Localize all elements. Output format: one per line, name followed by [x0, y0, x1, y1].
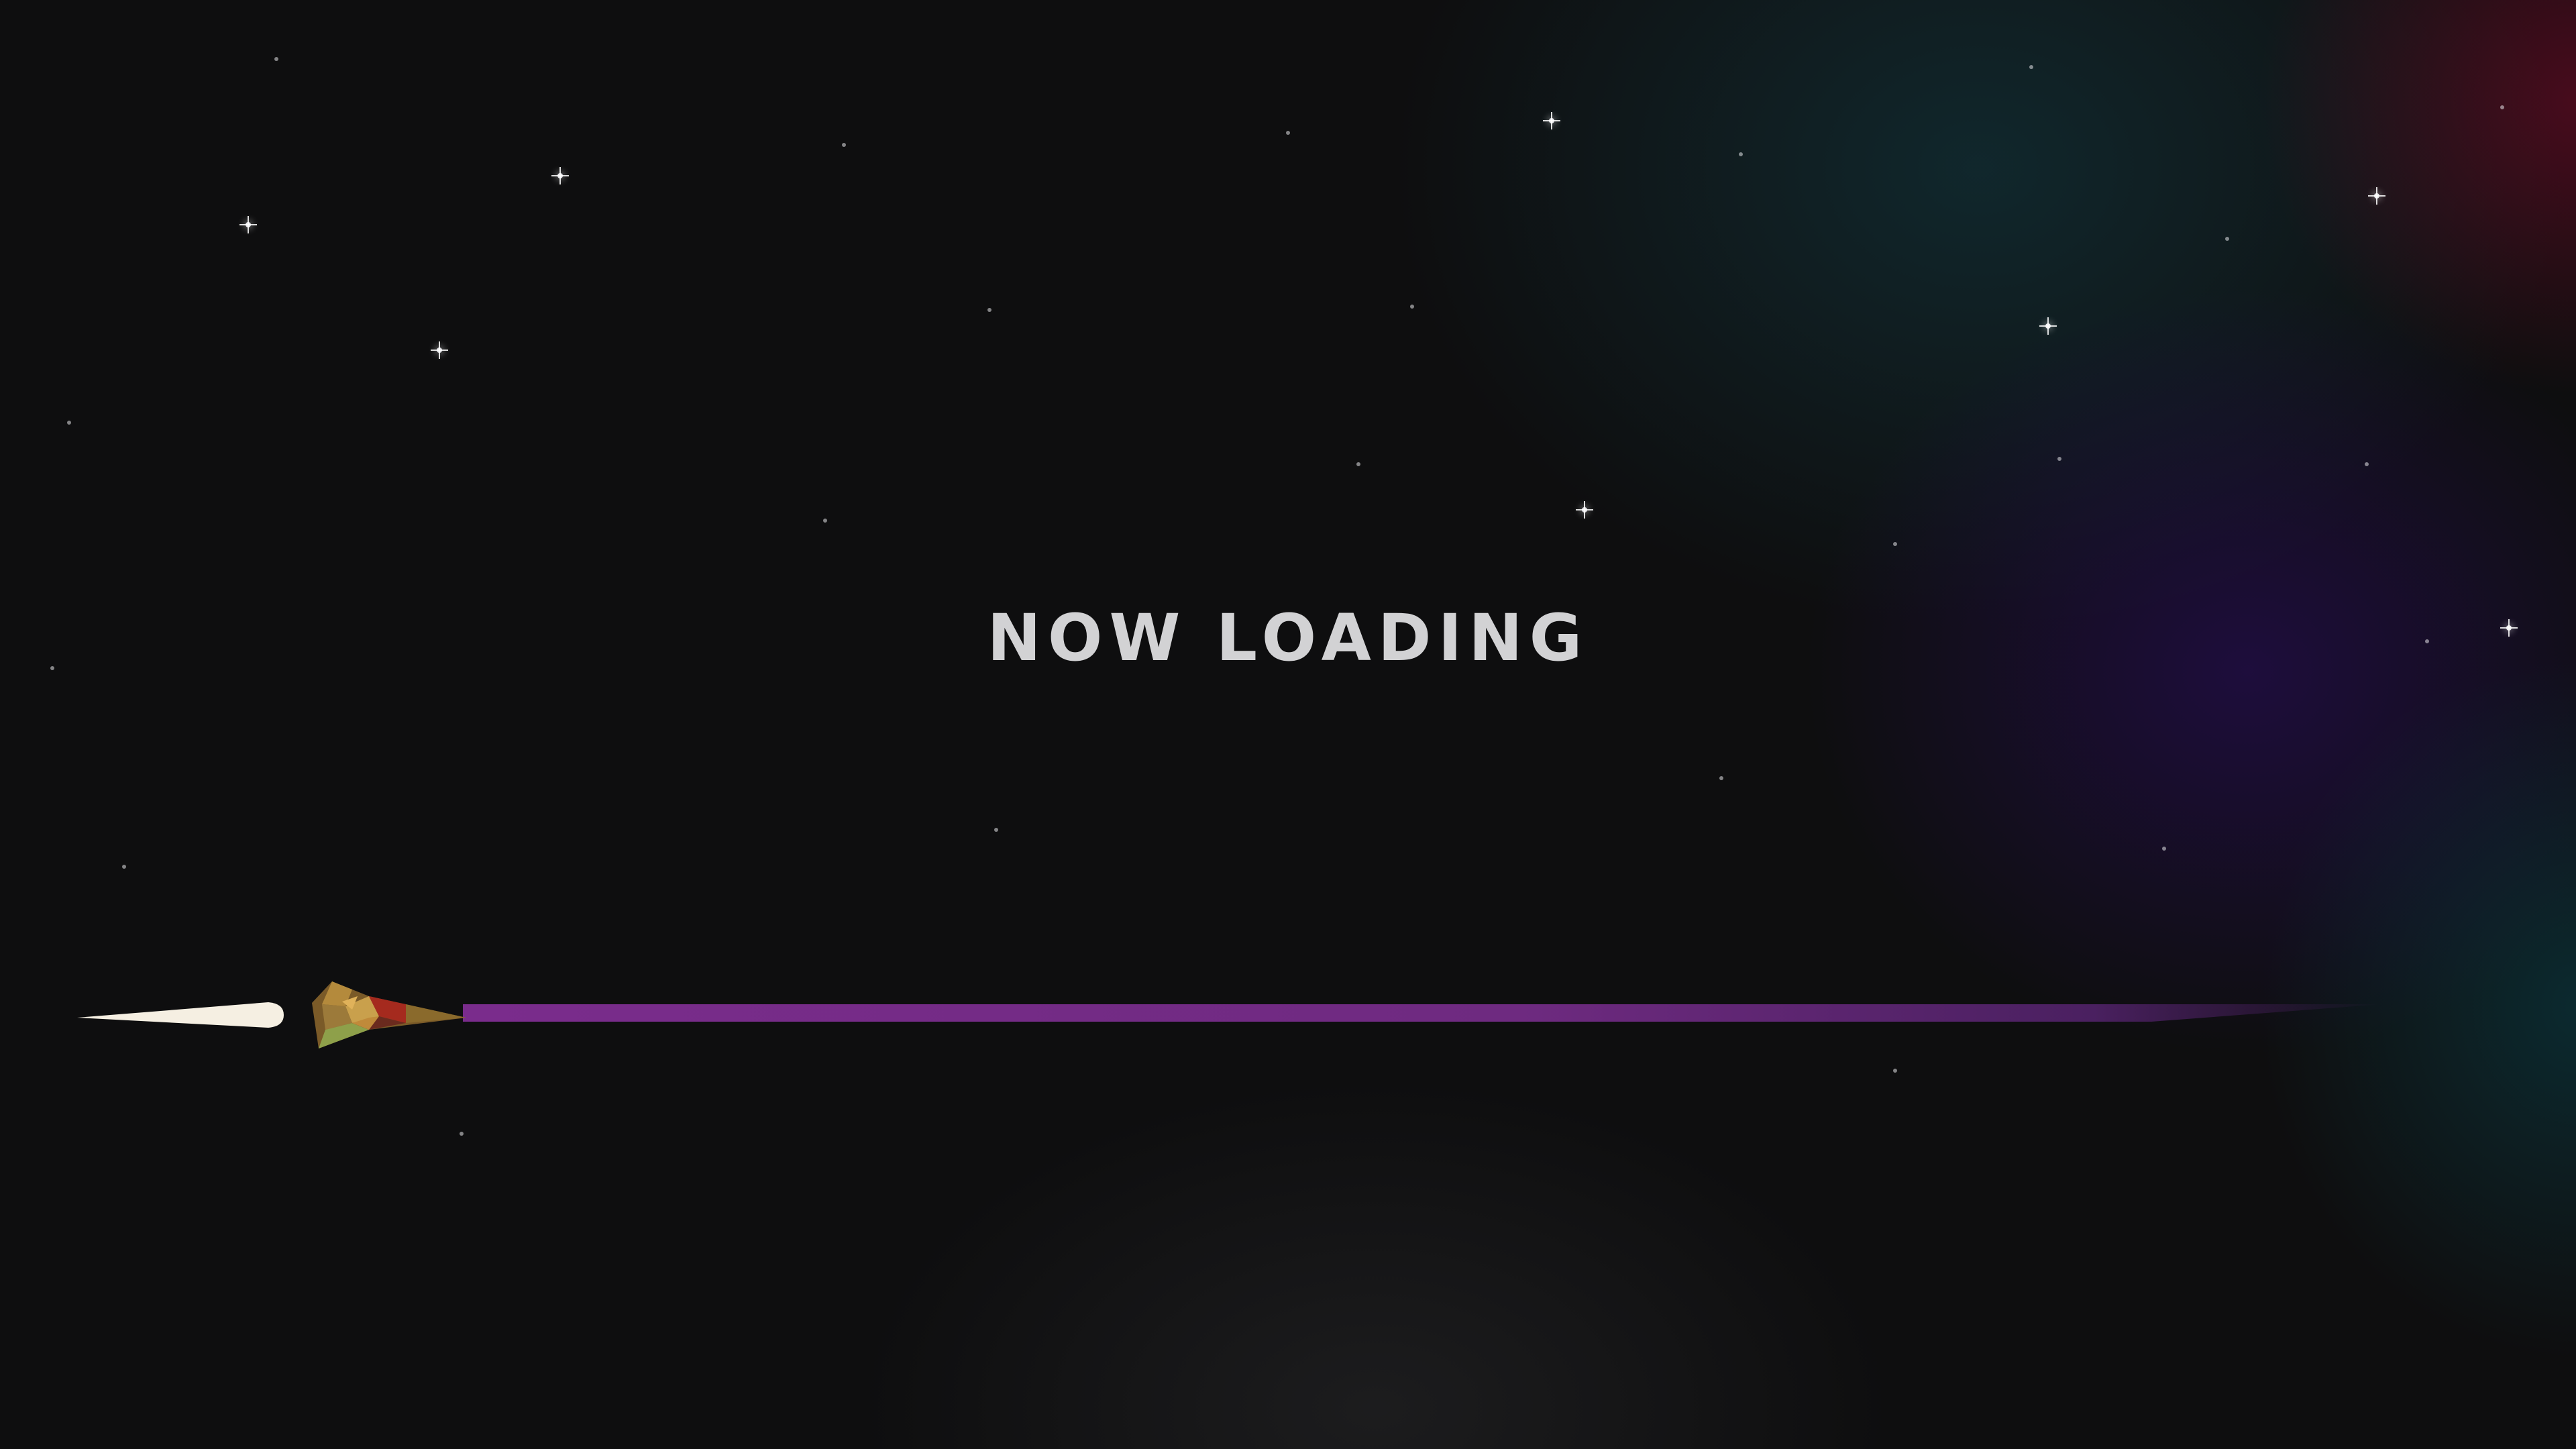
- exhaust-trail-icon: [77, 1002, 284, 1028]
- star-sparkle-icon: [431, 341, 448, 359]
- star-icon: [2162, 847, 2166, 851]
- star-sparkle-icon: [551, 167, 569, 184]
- loading-screen: NOW LOADING: [0, 0, 2576, 1449]
- star-sparkle-icon: [1543, 112, 1560, 129]
- star-icon: [2057, 457, 2061, 461]
- starfield: [0, 0, 2576, 1449]
- star-icon: [1356, 462, 1360, 466]
- star-icon: [2500, 105, 2504, 109]
- star-icon: [67, 421, 71, 425]
- star-icon: [987, 308, 991, 312]
- star-icon: [1719, 776, 1723, 780]
- star-icon: [274, 57, 278, 61]
- star-sparkle-icon: [239, 216, 257, 233]
- spaceship-icon: [312, 981, 466, 1049]
- loading-progress-bar: [463, 1004, 2381, 1022]
- star-sparkle-icon: [2368, 187, 2385, 205]
- star-sparkle-icon: [1576, 501, 1593, 519]
- star-icon: [842, 143, 846, 147]
- star-icon: [1893, 542, 1897, 546]
- star-icon: [1286, 131, 1290, 135]
- star-icon: [1739, 152, 1743, 156]
- loading-title: NOW LOADING: [987, 600, 1589, 676]
- star-icon: [122, 865, 126, 869]
- star-sparkle-icon: [2039, 317, 2057, 335]
- star-icon: [1893, 1069, 1897, 1073]
- star-icon: [2225, 237, 2229, 241]
- star-icon: [1410, 305, 1414, 309]
- star-icon: [994, 828, 998, 832]
- star-icon: [2365, 462, 2369, 466]
- star-icon: [823, 519, 827, 523]
- star-icon: [2029, 65, 2033, 69]
- star-icon: [460, 1132, 464, 1136]
